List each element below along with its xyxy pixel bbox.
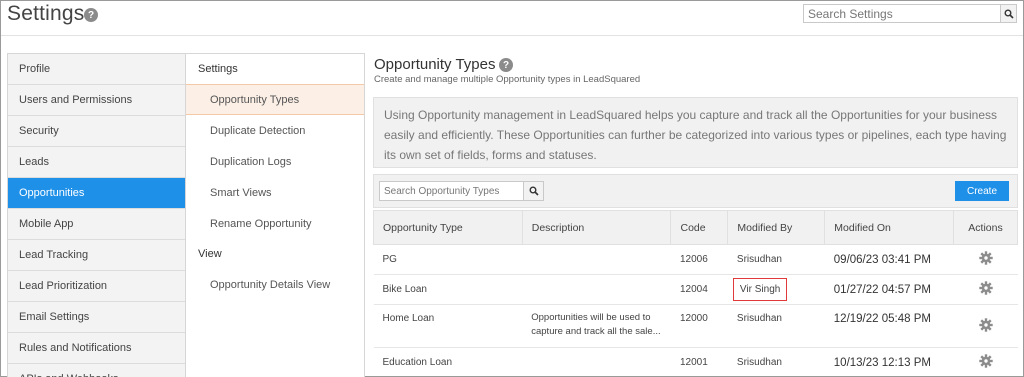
sub-nav-item-opportunity-details-view[interactable]: Opportunity Details View xyxy=(186,269,364,300)
gear-icon[interactable] xyxy=(978,354,993,368)
search-icon xyxy=(1004,9,1014,19)
left-nav-item-leads[interactable]: Leads xyxy=(8,147,185,178)
column-header-code[interactable]: Code xyxy=(670,210,729,245)
search-icon xyxy=(529,186,539,196)
opportunity-type-search-box xyxy=(379,181,544,201)
cell-description xyxy=(522,244,671,275)
table-header-row: Opportunity Type Description Code Modifi… xyxy=(373,210,1018,245)
search-settings-input[interactable] xyxy=(804,5,1000,22)
cell-modified-on: 10/13/23 12:13 PM xyxy=(824,347,954,377)
left-nav-item-apis-and-webhooks[interactable]: APIs and Webhooks xyxy=(8,364,185,377)
table-row[interactable]: Education Loan 12001 Srisudhan 10/13/23 12:… xyxy=(373,347,1018,377)
cell-code: 12006 xyxy=(670,244,728,275)
cell-modified-by: Srisudhan xyxy=(727,244,825,275)
sub-nav-item-rename-opportunity[interactable]: Rename Opportunity xyxy=(186,208,364,239)
left-nav-item-rules-and-notifications[interactable]: Rules and Notifications xyxy=(8,333,185,364)
cell-opportunity-type: Education Loan xyxy=(373,347,523,377)
cell-modified-on: 09/06/23 03:41 PM xyxy=(824,244,954,275)
left-nav-item-profile[interactable]: Profile xyxy=(8,54,185,85)
cell-description xyxy=(522,347,671,377)
cell-opportunity-type: Bike Loan xyxy=(373,274,523,305)
grid-toolbar: Create xyxy=(373,174,1018,208)
cell-opportunity-type: Home Loan xyxy=(373,304,523,348)
left-nav-item-lead-prioritization[interactable]: Lead Prioritization xyxy=(8,271,185,302)
gear-icon[interactable] xyxy=(978,281,993,295)
left-nav-item-lead-tracking[interactable]: Lead Tracking xyxy=(8,240,185,271)
cell-actions xyxy=(953,304,1018,348)
sub-nav-heading-settings: Settings xyxy=(198,63,238,75)
left-nav-item-opportunities[interactable]: Opportunities xyxy=(8,178,185,209)
table-row[interactable]: Bike Loan 12004 Vir Singh 01/27/22 04:57 PM xyxy=(373,274,1018,305)
header-divider xyxy=(1,35,1023,36)
column-header-actions: Actions xyxy=(953,210,1018,245)
column-header-opportunity-type[interactable]: Opportunity Type xyxy=(373,210,523,245)
left-nav-item-security[interactable]: Security xyxy=(8,116,185,147)
cell-modified-by: Srisudhan xyxy=(727,304,825,348)
search-settings-button[interactable] xyxy=(1000,5,1016,22)
help-icon[interactable]: ? xyxy=(499,58,513,72)
help-icon[interactable]: ? xyxy=(84,8,98,22)
cell-code: 12000 xyxy=(670,304,728,348)
left-nav-item-email-settings[interactable]: Email Settings xyxy=(8,302,185,333)
cell-code: 12001 xyxy=(670,347,728,377)
gear-icon[interactable] xyxy=(978,317,993,332)
column-header-modified-on[interactable]: Modified On xyxy=(824,210,955,245)
opportunity-type-search-button[interactable] xyxy=(523,182,543,200)
cell-modified-by: Srisudhan xyxy=(727,347,825,377)
cell-opportunity-type: PG xyxy=(373,244,523,275)
cell-actions xyxy=(953,274,1018,305)
column-header-description[interactable]: Description xyxy=(521,210,672,245)
left-nav-item-mobile-app[interactable]: Mobile App xyxy=(8,209,185,240)
cell-actions xyxy=(953,347,1018,377)
sub-nav-item-duplicate-detection[interactable]: Duplicate Detection xyxy=(186,115,364,146)
main-content: Opportunity Types ? Create and manage mu… xyxy=(373,53,1018,377)
cell-modified-on: 12/19/22 05:48 PM xyxy=(824,304,954,348)
opportunity-type-search-input[interactable] xyxy=(380,182,523,200)
table-row[interactable]: PG 12006 Srisudhan 09/06/23 03:41 PM xyxy=(373,244,1018,275)
cell-description: Opportunities will be used to capture an… xyxy=(522,304,671,348)
sub-nav-item-smart-views[interactable]: Smart Views xyxy=(186,177,364,208)
search-settings-box xyxy=(803,4,1017,23)
cell-modified-on: 01/27/22 04:57 PM xyxy=(824,274,954,305)
top-bar: Settings ? xyxy=(1,1,1023,35)
column-header-modified-by[interactable]: Modified By xyxy=(727,210,826,245)
cell-actions xyxy=(953,244,1018,275)
cell-modified-by: Vir Singh xyxy=(727,274,825,305)
left-nav-item-users-and-permissions[interactable]: Users and Permissions xyxy=(8,85,185,116)
section-subtitle: Create and manage multiple Opportunity t… xyxy=(374,74,641,85)
cell-code: 12004 xyxy=(670,274,728,305)
sub-nav-item-opportunity-types[interactable]: Opportunity Types xyxy=(186,84,364,115)
gear-icon[interactable] xyxy=(978,251,993,265)
page-title: Settings xyxy=(7,2,85,25)
sub-nav-heading-view: View xyxy=(198,248,222,260)
info-box: Using Opportunity management in LeadSqua… xyxy=(373,97,1018,168)
cell-description xyxy=(522,274,671,305)
opportunity-types-table: Opportunity Type Description Code Modifi… xyxy=(373,210,1018,377)
sub-nav-item-duplication-logs[interactable]: Duplication Logs xyxy=(186,146,364,177)
sub-nav: Settings Opportunity Types Duplicate Detec… xyxy=(186,53,365,377)
create-button[interactable]: Create xyxy=(955,181,1009,201)
table-row[interactable]: Home Loan Opportunities will be used to c… xyxy=(373,304,1018,348)
section-title: Opportunity Types xyxy=(374,56,496,73)
highlighted-modified-by: Vir Singh xyxy=(732,278,788,301)
left-nav: Profile Users and Permissions Security Lead… xyxy=(7,53,186,377)
